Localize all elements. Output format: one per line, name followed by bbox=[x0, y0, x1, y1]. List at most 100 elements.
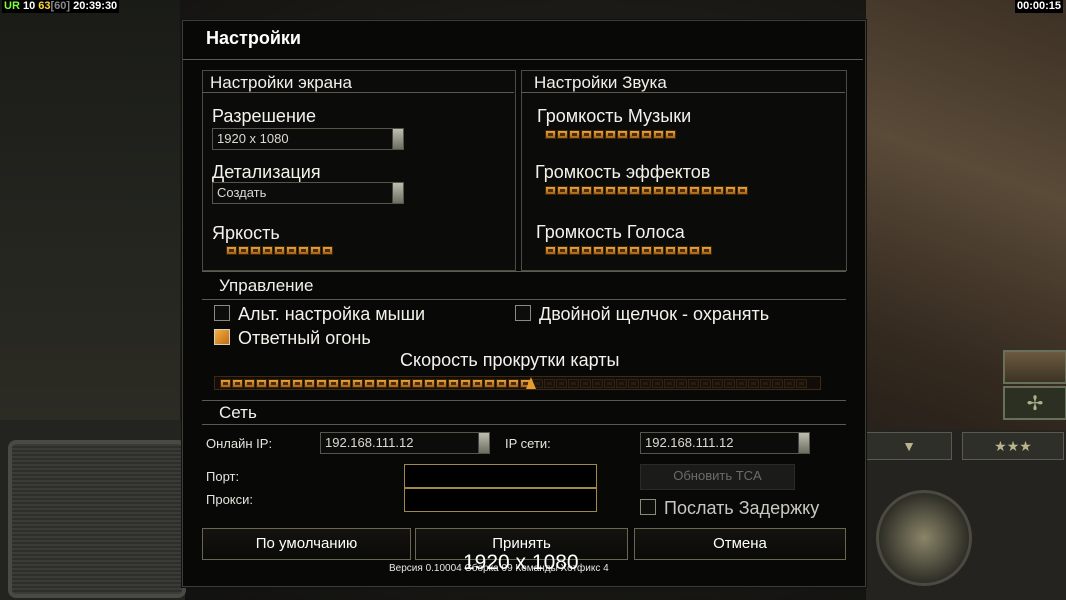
slider-segment bbox=[617, 186, 628, 195]
send-delay-label[interactable]: Послать Задержку bbox=[664, 498, 819, 519]
scroll-speed-segment bbox=[244, 378, 255, 388]
scroll-speed-segment bbox=[400, 378, 411, 388]
double-click-guard-label[interactable]: Двойной щелчок - охранять bbox=[539, 304, 769, 325]
scroll-speed-segment bbox=[544, 378, 555, 388]
slider-segment bbox=[286, 246, 297, 255]
scroll-speed-segment bbox=[676, 378, 687, 388]
title-divider bbox=[183, 59, 863, 60]
slider-segment bbox=[653, 246, 664, 255]
slider-segment bbox=[238, 246, 249, 255]
detail-label: Детализация bbox=[212, 162, 321, 182]
update-tca-button[interactable]: Обновить TCA bbox=[640, 464, 795, 490]
double-click-guard-checkbox[interactable] bbox=[515, 305, 531, 321]
port-label: Порт: bbox=[206, 469, 240, 484]
unit-portrait-icon[interactable] bbox=[1003, 350, 1066, 384]
resolution-value: 1920 x 1080 bbox=[217, 131, 289, 146]
music-volume-slider[interactable] bbox=[545, 130, 677, 141]
lan-ip-dropdown[interactable]: 192.168.111.12 bbox=[640, 432, 810, 454]
cancel-button[interactable]: Отмена bbox=[634, 528, 846, 560]
scroll-speed-segment bbox=[628, 378, 639, 388]
port-input[interactable] bbox=[404, 464, 597, 488]
scroll-speed-segment bbox=[652, 378, 663, 388]
effects-volume-slider[interactable] bbox=[545, 186, 749, 197]
detail-dropdown[interactable]: Создать bbox=[212, 182, 404, 204]
scroll-speed-segment bbox=[256, 378, 267, 388]
scroll-speed-segment bbox=[748, 378, 759, 388]
hud-arrow-label: ▼ bbox=[902, 438, 916, 454]
compass-icon[interactable]: ✢ bbox=[1003, 386, 1066, 420]
slider-segment bbox=[665, 186, 676, 195]
scroll-speed-segment bbox=[340, 378, 351, 388]
brightness-slider[interactable] bbox=[226, 246, 334, 257]
slider-segment bbox=[545, 130, 556, 139]
slider-segment bbox=[665, 246, 676, 255]
fps-cap: [60] bbox=[50, 0, 71, 12]
slider-segment bbox=[557, 130, 568, 139]
scroll-speed-handle-icon[interactable] bbox=[526, 376, 536, 389]
sound-settings-title: Настройки Звука bbox=[534, 73, 667, 92]
dropdown-arrow-icon[interactable] bbox=[392, 183, 403, 203]
proxy-input[interactable] bbox=[404, 488, 597, 512]
scroll-speed-segment bbox=[352, 378, 363, 388]
slider-segment bbox=[545, 186, 556, 195]
scroll-speed-segment bbox=[424, 378, 435, 388]
hud-stars-button[interactable]: ★★★ bbox=[962, 432, 1064, 460]
scroll-speed-segment bbox=[640, 378, 651, 388]
network-title: Сеть bbox=[219, 403, 257, 422]
scroll-speed-segment bbox=[700, 378, 711, 388]
scroll-speed-segment bbox=[448, 378, 459, 388]
scroll-speed-segment bbox=[436, 378, 447, 388]
network-divider bbox=[202, 424, 846, 425]
slider-segment bbox=[581, 246, 592, 255]
voice-volume-slider[interactable] bbox=[545, 246, 713, 257]
online-ip-dropdown[interactable]: 192.168.111.12 bbox=[320, 432, 490, 454]
slider-segment bbox=[226, 246, 237, 255]
slider-segment bbox=[725, 186, 736, 195]
scroll-speed-segment bbox=[772, 378, 783, 388]
scroll-speed-segment bbox=[736, 378, 747, 388]
scroll-speed-segment bbox=[604, 378, 615, 388]
slider-segment bbox=[605, 130, 616, 139]
slider-segment bbox=[689, 246, 700, 255]
slider-segment bbox=[617, 130, 628, 139]
fps-value: 63 bbox=[38, 0, 51, 12]
scroll-speed-segment bbox=[304, 378, 315, 388]
brightness-label: Яркость bbox=[212, 223, 280, 243]
slider-segment bbox=[677, 186, 688, 195]
resolution-dropdown[interactable]: 1920 x 1080 bbox=[212, 128, 404, 150]
scroll-speed-label: Скорость прокрутки карты bbox=[400, 350, 620, 370]
detail-value: Создать bbox=[217, 185, 267, 200]
dropdown-arrow-icon[interactable] bbox=[478, 433, 489, 453]
slider-segment bbox=[629, 186, 640, 195]
scroll-speed-segment bbox=[580, 378, 591, 388]
hud-stars-label: ★★★ bbox=[994, 438, 1032, 454]
dropdown-arrow-icon[interactable] bbox=[798, 433, 809, 453]
return-fire-label[interactable]: Ответный огонь bbox=[238, 328, 371, 349]
slider-segment bbox=[689, 186, 700, 195]
defaults-button[interactable]: По умолчанию bbox=[202, 528, 411, 560]
scroll-speed-segment bbox=[328, 378, 339, 388]
scroll-speed-segment bbox=[688, 378, 699, 388]
return-fire-checkbox[interactable] bbox=[214, 329, 230, 345]
stat-value: 10 bbox=[22, 0, 36, 12]
send-delay-checkbox[interactable] bbox=[640, 499, 656, 515]
hud-arrow-button[interactable]: ▼ bbox=[866, 432, 952, 460]
network-top-line bbox=[202, 400, 846, 401]
slider-segment bbox=[701, 246, 712, 255]
slider-segment bbox=[569, 130, 580, 139]
lan-ip-label: IP сети: bbox=[505, 436, 551, 451]
alt-mouse-label[interactable]: Альт. настройка мыши bbox=[238, 304, 425, 325]
slider-segment bbox=[262, 246, 273, 255]
hud-dial bbox=[876, 490, 972, 586]
dropdown-arrow-icon[interactable] bbox=[392, 129, 403, 149]
scroll-speed-segment bbox=[316, 378, 327, 388]
perf-overlay: UR 10 63[60] 20:39:30 bbox=[2, 0, 120, 13]
scroll-speed-slider[interactable] bbox=[214, 376, 821, 390]
slider-segment bbox=[641, 186, 652, 195]
alt-mouse-checkbox[interactable] bbox=[214, 305, 230, 321]
slider-segment bbox=[641, 130, 652, 139]
slider-segment bbox=[322, 246, 333, 255]
mission-timer: 00:00:15 bbox=[1014, 0, 1063, 13]
voice-volume-label: Громкость Голоса bbox=[536, 222, 685, 242]
resolution-overlay: 1920 x 1080 bbox=[463, 551, 579, 574]
